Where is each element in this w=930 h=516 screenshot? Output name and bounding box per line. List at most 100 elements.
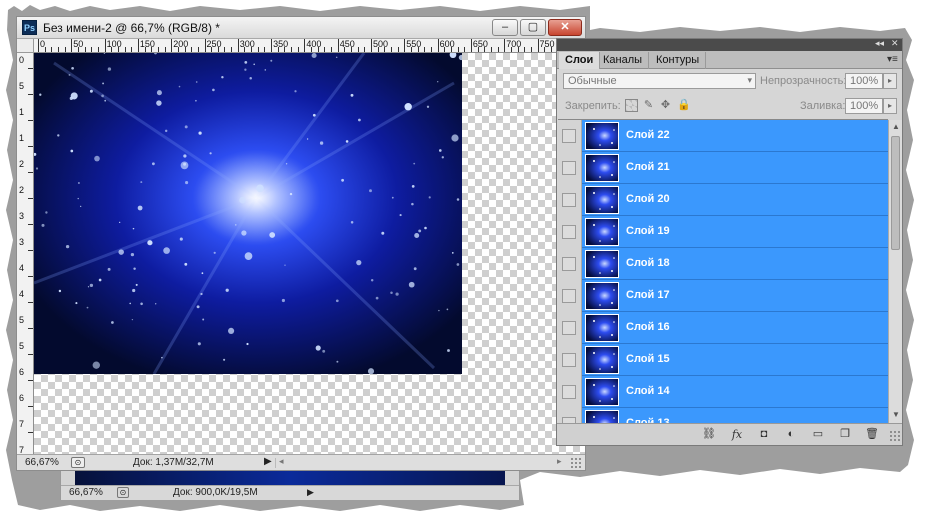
layer-visibility-toggle[interactable]: [558, 280, 582, 312]
lock-transparency-icon[interactable]: [625, 99, 638, 112]
layer-thumbnail[interactable]: [585, 314, 619, 342]
scroll-up-icon[interactable]: ▲: [892, 122, 900, 131]
layer-row[interactable]: Слой 14: [558, 376, 888, 408]
panel-menu-icon[interactable]: ▾≡: [887, 54, 898, 65]
layer-thumbnail[interactable]: [585, 250, 619, 278]
opacity-slider-arrow-icon[interactable]: ▸: [883, 73, 897, 89]
scroll-thumb[interactable]: [891, 136, 900, 250]
ruler-minor-tick: [124, 47, 126, 52]
background-zoom-level[interactable]: 66,67%: [69, 487, 103, 498]
layer-thumbnail[interactable]: [585, 122, 619, 150]
layer-row[interactable]: Слой 13: [558, 408, 888, 423]
close-button[interactable]: ✕: [548, 19, 582, 36]
layer-visibility-toggle[interactable]: [558, 152, 582, 184]
layer-visibility-toggle[interactable]: [558, 344, 582, 376]
layer-row[interactable]: Слой 20: [558, 184, 888, 216]
star-particle: [129, 302, 132, 305]
layer-visibility-toggle[interactable]: [558, 216, 582, 248]
ruler-origin[interactable]: [17, 39, 34, 53]
status-menu-arrow-icon[interactable]: ▶: [264, 456, 272, 467]
star-particle: [370, 278, 374, 282]
mask-icon[interactable]: ◘: [756, 427, 772, 442]
layer-thumbnail[interactable]: [585, 154, 619, 182]
brush-icon[interactable]: ✎: [642, 99, 655, 112]
maximize-button[interactable]: ▢: [520, 19, 546, 36]
visibility-checkbox[interactable]: [562, 257, 576, 271]
visibility-checkbox[interactable]: [562, 321, 576, 335]
ruler-tick: [237, 39, 239, 52]
folder-icon[interactable]: ▭: [810, 427, 826, 442]
visibility-checkbox[interactable]: [562, 225, 576, 239]
layer-thumbnail[interactable]: [585, 282, 619, 310]
layer-visibility-toggle[interactable]: [558, 120, 582, 152]
zoom-level[interactable]: 66,67%: [25, 457, 59, 468]
document-titlebar[interactable]: Ps Без имени-2 @ 66,7% (RGB/8) * – ▢ ✕: [17, 17, 585, 39]
status-menu-arrow-icon[interactable]: ▶: [307, 487, 314, 498]
visibility-checkbox[interactable]: [562, 353, 576, 367]
star-particle: [424, 226, 427, 230]
tab-layers[interactable]: Слои: [559, 52, 601, 69]
vertical-ruler[interactable]: 0 5 1 1 2 2 3 3 4 4 5 5 6 6 7 7: [17, 53, 34, 454]
visibility-checkbox[interactable]: [562, 289, 576, 303]
horizontal-scrollbar[interactable]: [275, 458, 565, 468]
collapse-panel-icon[interactable]: ◂◂: [875, 38, 884, 49]
layer-row[interactable]: Слой 15: [558, 344, 888, 376]
layer-visibility-toggle[interactable]: [558, 408, 582, 423]
fx-icon[interactable]: fx: [729, 427, 745, 442]
layer-row[interactable]: Слой 18: [558, 248, 888, 280]
trash-icon[interactable]: 🗑: [864, 427, 880, 442]
layer-name: Слой 19: [626, 225, 670, 237]
fill-input[interactable]: 100%: [845, 98, 883, 114]
panel-tabs: Слои Каналы Контуры ▾≡: [557, 51, 902, 69]
scroll-down-icon[interactable]: ▼: [892, 410, 900, 419]
star-particle: [441, 156, 444, 159]
star-particle: [130, 252, 135, 257]
fill-slider-arrow-icon[interactable]: ▸: [883, 98, 897, 114]
tab-channels[interactable]: Каналы: [597, 52, 650, 69]
scroll-left-icon[interactable]: ◂: [279, 456, 284, 467]
layer-row[interactable]: Слой 17: [558, 280, 888, 312]
layer-visibility-toggle[interactable]: [558, 184, 582, 216]
visibility-checkbox[interactable]: [562, 129, 576, 143]
zoom-preview-icon[interactable]: ⊙: [71, 457, 85, 468]
move-icon[interactable]: ✥: [659, 99, 672, 112]
layer-row[interactable]: Слой 22: [558, 120, 888, 152]
canvas-area[interactable]: [34, 53, 585, 454]
blend-mode-select[interactable]: Обычные ▾: [563, 73, 756, 89]
zoom-preview-icon[interactable]: ⊙: [117, 487, 129, 498]
visibility-checkbox[interactable]: [562, 385, 576, 399]
layer-row[interactable]: Слой 21: [558, 152, 888, 184]
new-layer-icon[interactable]: ❐: [837, 427, 853, 442]
star-particle: [107, 267, 111, 271]
opacity-input[interactable]: 100%: [845, 73, 883, 89]
tab-paths[interactable]: Контуры: [650, 52, 707, 69]
visibility-checkbox[interactable]: [562, 161, 576, 175]
layer-row[interactable]: Слой 16: [558, 312, 888, 344]
link-icon[interactable]: ⛓: [701, 427, 717, 442]
star-particle: [111, 321, 114, 324]
ruler-tick-label: 5: [19, 81, 25, 91]
close-panel-icon[interactable]: ✕: [891, 38, 899, 49]
layer-row[interactable]: Слой 19: [558, 216, 888, 248]
horizontal-ruler[interactable]: 0 50 100 150 200 250 300 350 400 450 500 550 600 650 7…: [34, 39, 585, 53]
resize-grip-icon[interactable]: [889, 430, 901, 442]
ruler-tick: [28, 432, 33, 433]
layer-thumbnail[interactable]: [585, 346, 619, 374]
minimize-button[interactable]: –: [492, 19, 518, 36]
scroll-right-icon[interactable]: ▸: [557, 456, 562, 467]
layer-thumbnail[interactable]: [585, 218, 619, 246]
lock-icon[interactable]: 🔒: [677, 99, 691, 112]
star-particle: [456, 263, 460, 266]
panel-header[interactable]: ◂◂ ✕: [557, 38, 902, 51]
layer-visibility-toggle[interactable]: [558, 248, 582, 280]
layer-thumbnail[interactable]: [585, 410, 619, 423]
visibility-checkbox[interactable]: [562, 193, 576, 207]
layer-visibility-toggle[interactable]: [558, 376, 582, 408]
layer-thumbnail[interactable]: [585, 378, 619, 406]
layer-visibility-toggle[interactable]: [558, 312, 582, 344]
ruler-minor-tick: [191, 47, 193, 52]
resize-grip-icon[interactable]: [570, 457, 582, 469]
layers-scrollbar[interactable]: ▲ ▼: [888, 120, 902, 423]
layer-thumbnail[interactable]: [585, 186, 619, 214]
adjustment-icon[interactable]: ◐: [783, 427, 799, 442]
